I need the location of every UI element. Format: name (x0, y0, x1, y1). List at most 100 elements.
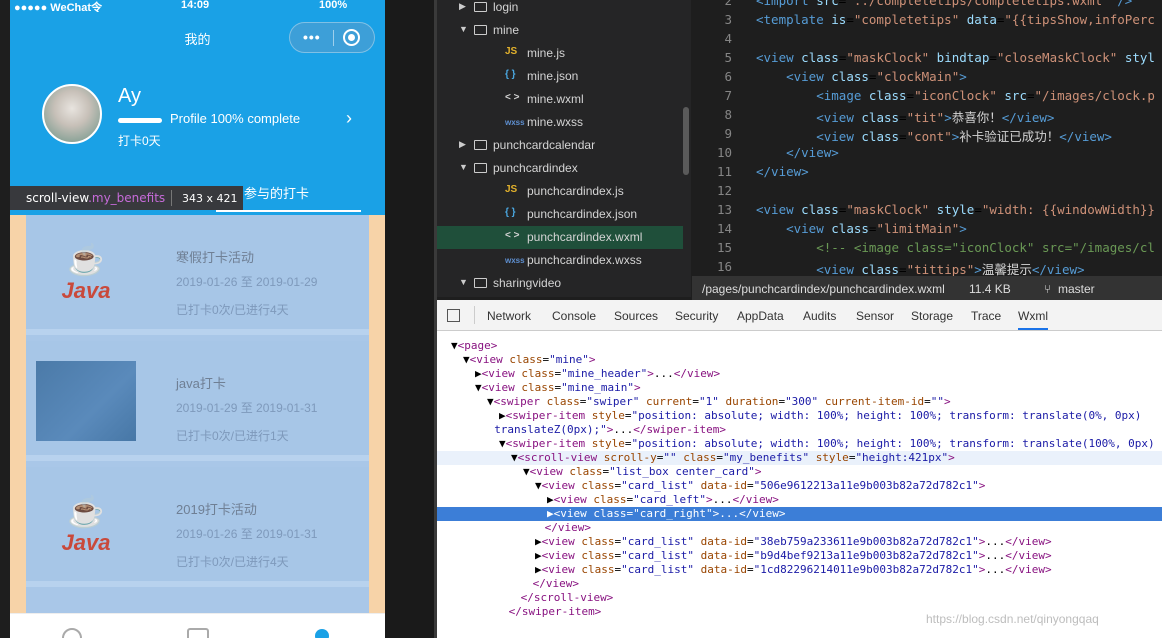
code-line[interactable]: 8 <view class="tit">恭喜你！</view> (692, 107, 1162, 126)
code-line[interactable]: 4 (692, 31, 1162, 50)
line-number: 9 (724, 126, 732, 141)
tree-scrollbar[interactable] (683, 107, 689, 175)
dom-node[interactable]: ▶<view class="card_list" data-id="38eb75… (437, 535, 1162, 549)
folder-item[interactable]: ▶ login (437, 0, 683, 19)
dom-node[interactable]: ▼<page> (437, 339, 1162, 353)
folder-item[interactable]: ▶ punchcardcalendar (437, 134, 683, 157)
code-line[interactable]: 10 </view> (692, 145, 1162, 164)
dom-node[interactable]: </view> (437, 521, 1162, 535)
inspector-tooltip: scroll-view.my_benefits 343 x 421 (10, 186, 243, 210)
code-line[interactable]: 16 <view class="tittips">温馨提示</view> (692, 259, 1162, 276)
dom-node[interactable]: ▶<view class="mine_header">...</view> (437, 367, 1162, 381)
code-line[interactable]: 2 <import src="../completetips/completeti… (692, 0, 1162, 12)
dom-node[interactable]: ▼<view class="mine_main"> (437, 381, 1162, 395)
capsule-divider (333, 30, 334, 46)
code-line[interactable]: 7 <image class="iconClock" src="/images/… (692, 88, 1162, 107)
tab-trace[interactable]: Trace (971, 309, 1001, 323)
line-number: 16 (716, 259, 732, 274)
tab-audits[interactable]: Audits (803, 309, 836, 323)
code-line[interactable]: 5 <view class="maskClock" bindtap="closeM… (692, 50, 1162, 69)
code-editor[interactable]: 2 <import src="../completetips/completeti… (692, 0, 1162, 276)
dom-node[interactable]: </scroll-view> (437, 591, 1162, 605)
benefit-card[interactable]: java打卡 2019-01-29 至 2019-01-31 已打卡0次/已进行1天 (26, 341, 369, 461)
file-item[interactable]: wxss punchcardindex.wxss (437, 249, 683, 272)
chevron-down-icon[interactable]: ▼ (459, 24, 468, 34)
tab-joined-punch[interactable]: 参与的打卡 (244, 183, 309, 202)
map-tab-icon[interactable] (187, 628, 209, 638)
tab-sources[interactable]: Sources (614, 309, 658, 323)
dom-node[interactable]: </view> (437, 577, 1162, 591)
dom-node[interactable]: ▼<swiper class="swiper" current="1" dura… (437, 395, 1162, 409)
dom-node[interactable]: ▶<swiper-item style="position: absolute;… (437, 409, 1162, 423)
tab-storage[interactable]: Storage (911, 309, 953, 323)
mine-tab-icon[interactable] (315, 629, 329, 638)
code-line[interactable]: 15 <!-- <image class="iconClock" src="/i… (692, 240, 1162, 259)
menu-capsule[interactable]: ••• (289, 22, 375, 53)
dom-node[interactable]: ▼<view class="card_list" data-id="506e96… (437, 479, 1162, 493)
code-line[interactable]: 12 (692, 183, 1162, 202)
tree-label: punchcardindex.js (527, 184, 624, 198)
chevron-right-icon[interactable]: ▶ (459, 139, 466, 150)
close-miniprogram-icon[interactable] (343, 29, 360, 46)
chevron-right-icon[interactable]: ▶ (459, 1, 466, 12)
line-number: 4 (724, 31, 732, 46)
code-text: <view class="tittips">温馨提示</view> (816, 262, 1085, 276)
inspect-element-icon[interactable] (447, 309, 460, 322)
benefit-card[interactable]: ☕ Java 2019打卡活动 2019-01-26 至 2019-01-31 已打卡0… (26, 467, 369, 587)
file-item[interactable]: JS punchcardindex.js (437, 180, 683, 203)
file-item[interactable]: < > punchcardindex.wxml (437, 226, 683, 249)
dom-node[interactable]: ▶<view class="card_list" data-id="b9d4be… (437, 549, 1162, 563)
tree-label: punchcardindex.wxss (527, 253, 642, 267)
tree-label: punchcardindex (493, 161, 578, 175)
dom-node[interactable]: ▼<scroll-view scroll-y="" class="my_bene… (437, 451, 1162, 465)
folder-item[interactable]: ▼ sharingvideo (437, 272, 683, 295)
tab-wxml[interactable]: Wxml (1018, 309, 1048, 330)
code-line[interactable]: 3 <template is="completetips" data="{{tip… (692, 12, 1162, 31)
code-line[interactable]: 14 <view class="limitMain"> (692, 221, 1162, 240)
file-item[interactable]: wxss mine.wxss (437, 111, 683, 134)
code-line[interactable]: 9 <view class="cont">补卡验证已成功！</view> (692, 126, 1162, 145)
tab-appdata[interactable]: AppData (737, 309, 784, 323)
avatar[interactable] (42, 84, 102, 144)
folder-item[interactable]: ▼ mine (437, 19, 683, 42)
dom-node[interactable]: ▼<view class="list_box center_card"> (437, 465, 1162, 479)
tab-network[interactable]: Network (487, 309, 531, 323)
tooltip-size: 343 x 421 (182, 192, 238, 205)
benefits-scroll-view[interactable]: ☕ Java 寒假打卡活动 2019-01-26 至 2019-01-29 已打卡0次/… (10, 215, 385, 613)
code-line[interactable]: 11 </view> (692, 164, 1162, 183)
code-line[interactable]: 6 <view class="clockMain"> (692, 69, 1162, 88)
file-item[interactable]: JS mine.js (437, 42, 683, 65)
line-number: 8 (724, 107, 732, 122)
code-text: <view class="tit">恭喜你！</view> (816, 110, 1055, 125)
status-bar: ●●●●● WeChat令 14:09 100% (10, 0, 385, 14)
dom-node[interactable]: translateZ(0px);">...</swiper-item> (437, 423, 1162, 437)
folder-icon (474, 140, 487, 150)
more-icon[interactable]: ••• (303, 29, 321, 45)
tab-sensor[interactable]: Sensor (856, 309, 894, 323)
chevron-down-icon[interactable]: ▼ (459, 277, 468, 287)
benefit-card[interactable]: ☕ Java 寒假打卡活动 2019-01-26 至 2019-01-29 已打卡0次/… (26, 215, 369, 335)
wxss-file-icon: wxss (505, 256, 525, 265)
folder-item[interactable]: ▼ punchcardindex (437, 157, 683, 180)
card-date: 2019-01-26 至 2019-01-31 (176, 527, 318, 541)
tree-label: login (493, 0, 519, 14)
dom-node[interactable]: ▼<swiper-item style="position: absolute;… (437, 437, 1162, 451)
dom-node[interactable]: ▶<view class="card_left">...</view> (437, 493, 1162, 507)
code-text: <image class="iconClock" src="/images/cl… (816, 88, 1155, 103)
line-number: 6 (724, 69, 732, 84)
chevron-down-icon[interactable]: ▼ (459, 162, 468, 172)
tab-console[interactable]: Console (552, 309, 596, 323)
file-item[interactable]: { } mine.json (437, 65, 683, 88)
dom-node[interactable]: ▶<view class="card_list" data-id="1cd822… (437, 563, 1162, 577)
code-text: </view> (786, 145, 839, 160)
code-line[interactable]: 13 <view class="maskClock" style="width: … (692, 202, 1162, 221)
file-item[interactable]: { } punchcardindex.json (437, 203, 683, 226)
file-item[interactable]: < > mine.wxml (437, 88, 683, 111)
panel-gutter (385, 0, 437, 638)
dom-node[interactable]: ▼<view class="mine"> (437, 353, 1162, 367)
home-tab-icon[interactable] (62, 628, 82, 638)
chevron-right-icon[interactable]: › (346, 108, 352, 129)
line-number: 15 (716, 240, 732, 255)
tab-security[interactable]: Security (675, 309, 718, 323)
dom-node[interactable]: ▶<view class="card_right">...</view> (437, 507, 1162, 521)
